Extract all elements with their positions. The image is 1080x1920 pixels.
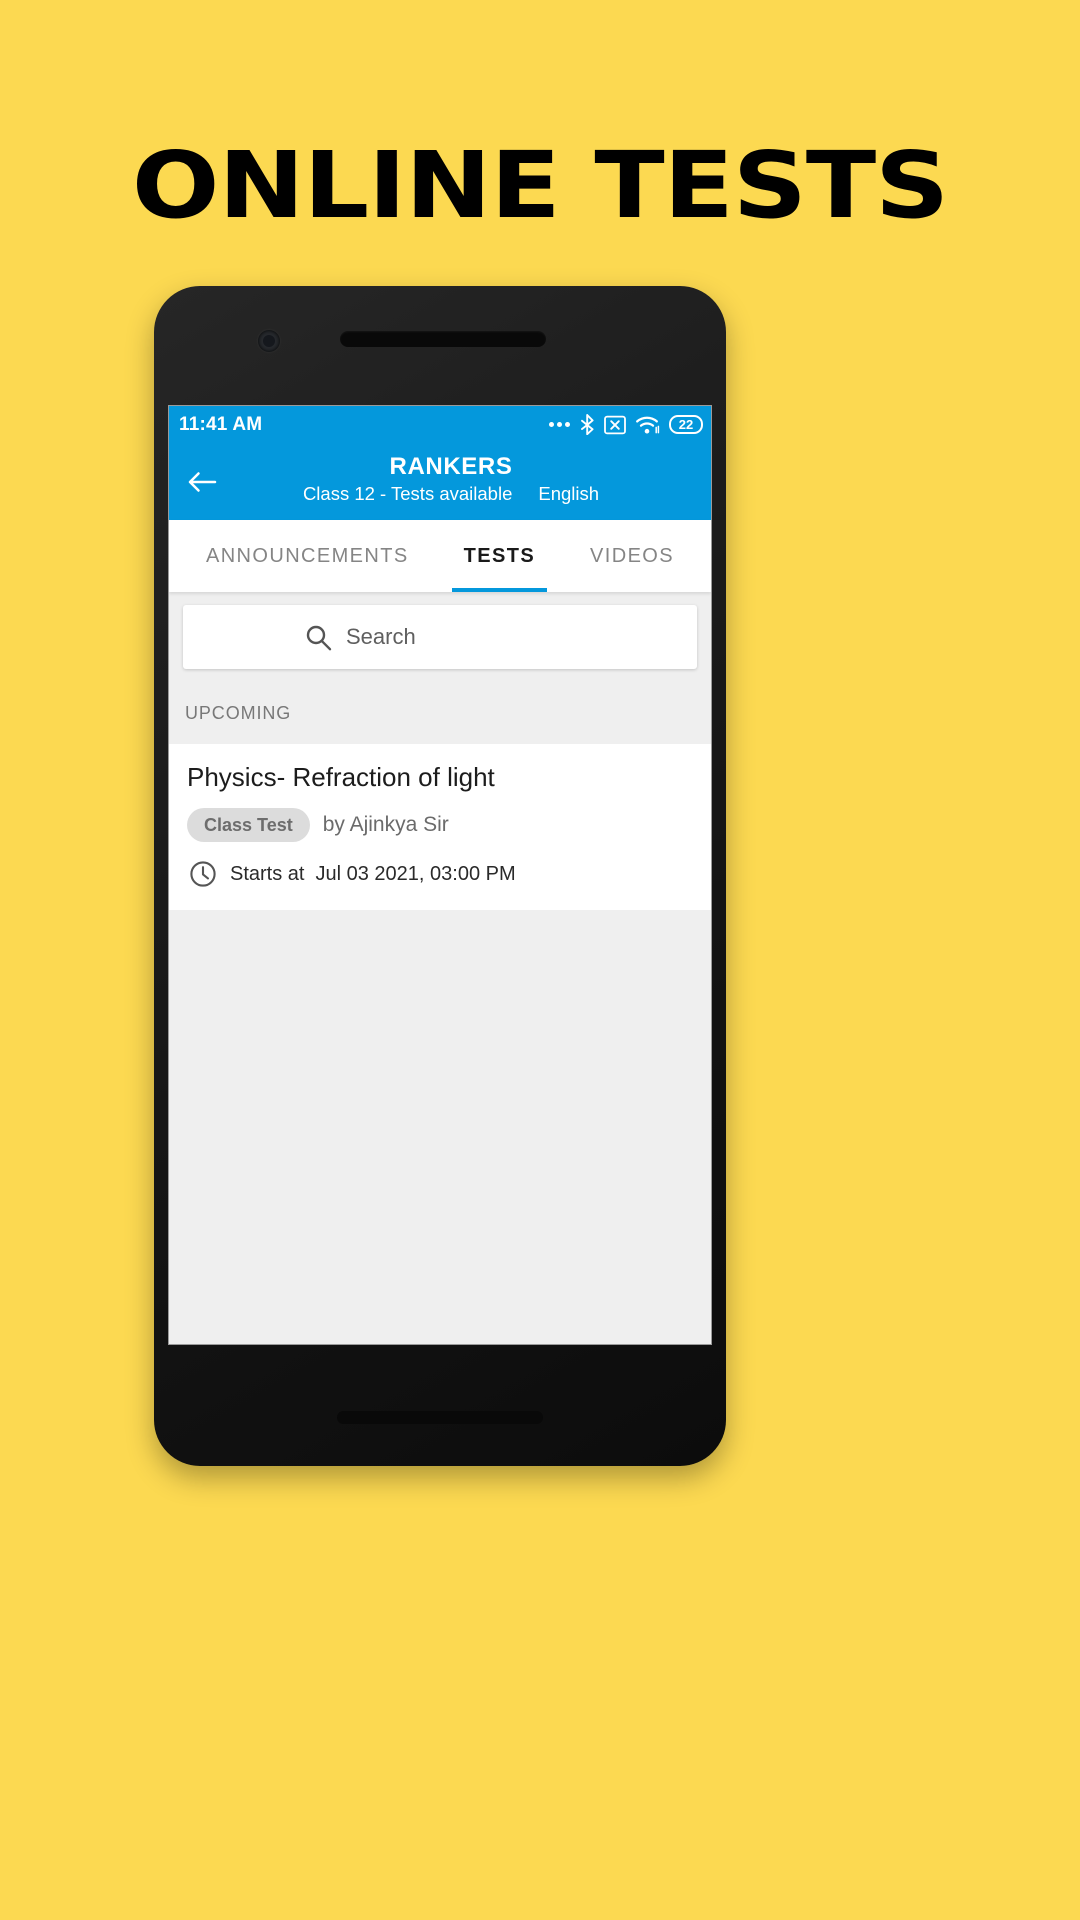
test-meta-row: Class Test by Ajinkya Sir [187,808,693,843]
tab-videos[interactable]: VIDEOS [553,520,711,592]
section-header-upcoming: UPCOMING [185,703,292,723]
clock-icon [190,861,216,887]
bluetooth-icon [581,414,594,435]
page-title: ONLINE TESTS [131,132,949,239]
search-icon [306,625,332,650]
battery-level: 22 [678,417,694,432]
test-time-label: Starts at [230,862,305,885]
arrow-left-icon [188,471,217,492]
test-author: by Ajinkya Sir [322,813,449,837]
phone-mockup: 11:41 AM 22 RANKERS Class 12 - Tests ava… [154,286,726,1466]
earpiece-speaker [340,331,546,347]
test-title: Physics- Refraction of light [187,762,495,792]
phone-top-bezel [154,286,726,410]
tab-tests[interactable]: TESTS [446,520,553,592]
status-bar: 11:41 AM 22 [169,406,711,443]
test-time-row: Starts at Jul 03 2021, 03:00 PM [187,860,693,888]
wifi-icon [636,416,660,433]
no-sim-icon [604,415,626,434]
status-time: 11:41 AM [179,413,263,435]
test-time-text: Starts at Jul 03 2021, 03:00 PM [230,863,516,886]
battery-icon: 22 [669,415,703,434]
search-placeholder: Search [346,624,416,649]
app-bar-subtitle-class: Class 12 - Tests available [302,483,513,505]
app-bar-subtitle-language: English [538,483,600,505]
tab-announcements[interactable]: ANNOUNCEMENTS [169,520,446,592]
search-input[interactable]: Search [183,605,697,669]
tab-content-tests: Search UPCOMING Physics- Refraction of l… [169,592,711,1344]
search-container: Search [169,592,711,681]
app-bar-title: RANKERS [389,452,513,480]
phone-bottom-speaker [337,1411,543,1424]
phone-screen: 11:41 AM 22 RANKERS Class 12 - Tests ava… [168,405,712,1345]
more-dots-icon [549,422,570,427]
front-camera-icon [258,330,280,352]
back-button[interactable] [179,459,225,505]
app-bar-subtitle: Class 12 - Tests available English [169,483,711,505]
list-item[interactable]: Physics- Refraction of light Class Test … [169,744,711,911]
tab-bar: ANNOUNCEMENTS TESTS VIDEOS [169,520,711,592]
app-bar: RANKERS Class 12 - Tests available Engli… [169,443,711,520]
status-icons: 22 [549,414,703,435]
test-time-value: Jul 03 2021, 03:00 PM [315,862,516,885]
status-badge: Class Test [187,808,310,843]
